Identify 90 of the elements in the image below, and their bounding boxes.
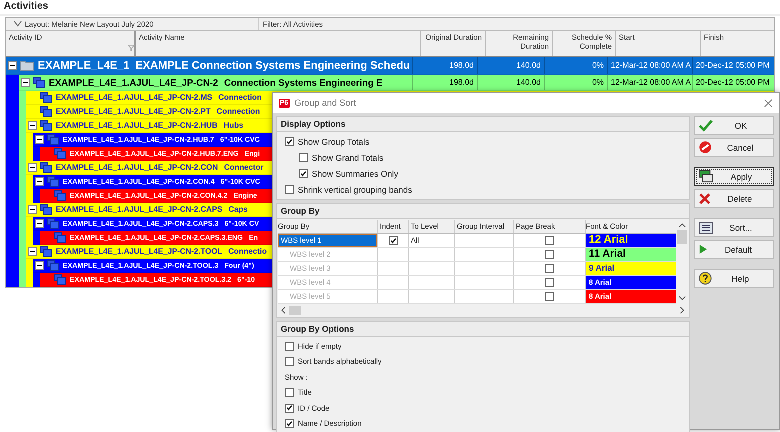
stacked-squares-icon [40, 162, 52, 173]
minus-box-icon[interactable] [28, 163, 37, 172]
stacked-squares-icon [40, 120, 52, 131]
wbs-name: Connection Systems Engineering E [224, 77, 383, 88]
table-cell: 140.0d [477, 57, 544, 74]
list-icon [699, 222, 713, 234]
stacked-squares-icon [47, 176, 59, 187]
dialog-button[interactable]: Sort... [694, 218, 774, 237]
table-cell: 12-Mar-12 08:00 AM A [607, 75, 692, 90]
stacked-squares-icon [47, 260, 59, 271]
dropdown-icon[interactable] [14, 21, 22, 27]
section-header: Group By Options [277, 322, 689, 337]
wbs-name: EXAMPLE Connection Systems Engineering Schedu [136, 60, 410, 72]
table-cell: 20-Dec-12 05:00 PM [692, 75, 774, 90]
checkbox[interactable] [285, 137, 294, 146]
table-cell: 0% [544, 57, 607, 74]
stacked-squares-icon [40, 246, 52, 257]
horizontal-scrollbar[interactable] [278, 304, 688, 316]
minus-box-icon[interactable] [35, 261, 44, 270]
scroll-thumb[interactable] [289, 306, 301, 314]
chevron-down-icon[interactable] [678, 296, 686, 301]
panel-title: Activities [0, 0, 780, 16]
minus-box-icon[interactable] [21, 78, 30, 87]
color-swatch[interactable]: 12 Arial [586, 234, 676, 247]
minus-box-icon[interactable] [8, 61, 17, 70]
checkbox[interactable] [299, 169, 308, 178]
window-icon [699, 170, 714, 183]
stacked-squares-icon [40, 92, 52, 103]
dialog-button[interactable]: Delete [694, 189, 774, 208]
no-entry-icon [699, 141, 712, 154]
wbs-code: EXAMPLE_L4E_1 [38, 60, 130, 72]
dialog-button[interactable]: Default [694, 240, 774, 259]
wbs-code: EXAMPLE_L4E_1.AJUL_L4E_JP-CN-2 [49, 77, 218, 88]
group-row[interactable]: EXAMPLE_L4E_1.AJUL_L4E_JP-CN-2 Connection Systems Engineering E 198.0d 140.0d 0% 12-Mar-12 08:00 AM A 20-Dec-12 05:00 PM [19, 75, 774, 91]
checkbox-label: Show Summaries Only [312, 168, 398, 178]
folder-icon [20, 60, 34, 71]
group-row[interactable]: EXAMPLE_L4E_1 EXAMPLE Connection Systems Engineering Schedu 198.0d 140.0d 0% 12-Mar-12 08:00 AM A 20-Dec-12 05:00 PM [6, 57, 774, 75]
table-cell: 140.0d [477, 75, 544, 90]
checkbox[interactable] [285, 419, 294, 428]
chevron-left-icon[interactable] [281, 306, 286, 314]
minus-box-icon[interactable] [35, 135, 44, 144]
stacked-squares-icon [40, 204, 52, 215]
checkbox-label: Shrink vertical grouping bands [298, 184, 412, 194]
stacked-squares-icon [47, 218, 59, 229]
minus-box-icon[interactable] [35, 219, 44, 228]
font-sample: 9 Arial [589, 264, 615, 273]
dialog-title: Group and Sort [294, 98, 358, 108]
checkbox[interactable] [285, 388, 294, 398]
table-cell: 20-Dec-12 05:00 PM [692, 57, 774, 74]
checkbox-label: Show Group Totals [298, 136, 370, 146]
font-sample: 11 Arial [589, 249, 626, 260]
stacked-squares-icon [54, 274, 66, 285]
minus-box-icon[interactable] [35, 177, 44, 186]
table-cell: 198.0d [412, 75, 477, 90]
dialog-button[interactable]: Help [694, 269, 774, 288]
checkbox[interactable] [285, 342, 294, 351]
table-cell: 12-Mar-12 08:00 AM A [607, 57, 692, 74]
stacked-squares-icon [54, 232, 66, 243]
dialog-button[interactable]: Apply [694, 167, 774, 186]
x-icon [699, 192, 711, 204]
dialog-button[interactable]: OK [694, 116, 774, 135]
section-header: Group By [277, 204, 689, 219]
check-icon [699, 120, 713, 132]
stacked-squares-icon [54, 148, 66, 159]
help-icon [699, 272, 712, 285]
checkbox[interactable] [285, 357, 294, 366]
scroll-thumb[interactable] [677, 230, 687, 244]
close-icon[interactable] [764, 98, 773, 108]
stacked-squares-icon [40, 106, 52, 117]
minus-box-icon[interactable] [28, 247, 37, 256]
stacked-squares-icon [33, 77, 45, 88]
vertical-scrollbar[interactable] [676, 220, 688, 304]
chevron-right-icon[interactable] [680, 306, 685, 314]
section-header: Display Options [277, 117, 689, 132]
minus-box-icon[interactable] [28, 121, 37, 130]
font-sample: 12 Arial [589, 235, 628, 246]
table-cell: 198.0d [412, 57, 477, 74]
table-cell: 0% [544, 75, 607, 90]
stacked-squares-icon [54, 190, 66, 201]
minus-box-icon[interactable] [28, 205, 37, 214]
play-icon [699, 244, 708, 255]
checkbox[interactable] [299, 153, 308, 162]
dialog-button[interactable]: Cancel [694, 138, 774, 157]
checkbox[interactable] [545, 236, 554, 245]
checkbox-label: Show Grand Totals [312, 152, 384, 162]
chevron-up-icon[interactable] [678, 223, 686, 228]
stacked-squares-icon [47, 134, 59, 145]
checkbox[interactable] [285, 185, 294, 194]
checkbox[interactable] [285, 404, 294, 413]
checkbox[interactable] [388, 236, 398, 245]
